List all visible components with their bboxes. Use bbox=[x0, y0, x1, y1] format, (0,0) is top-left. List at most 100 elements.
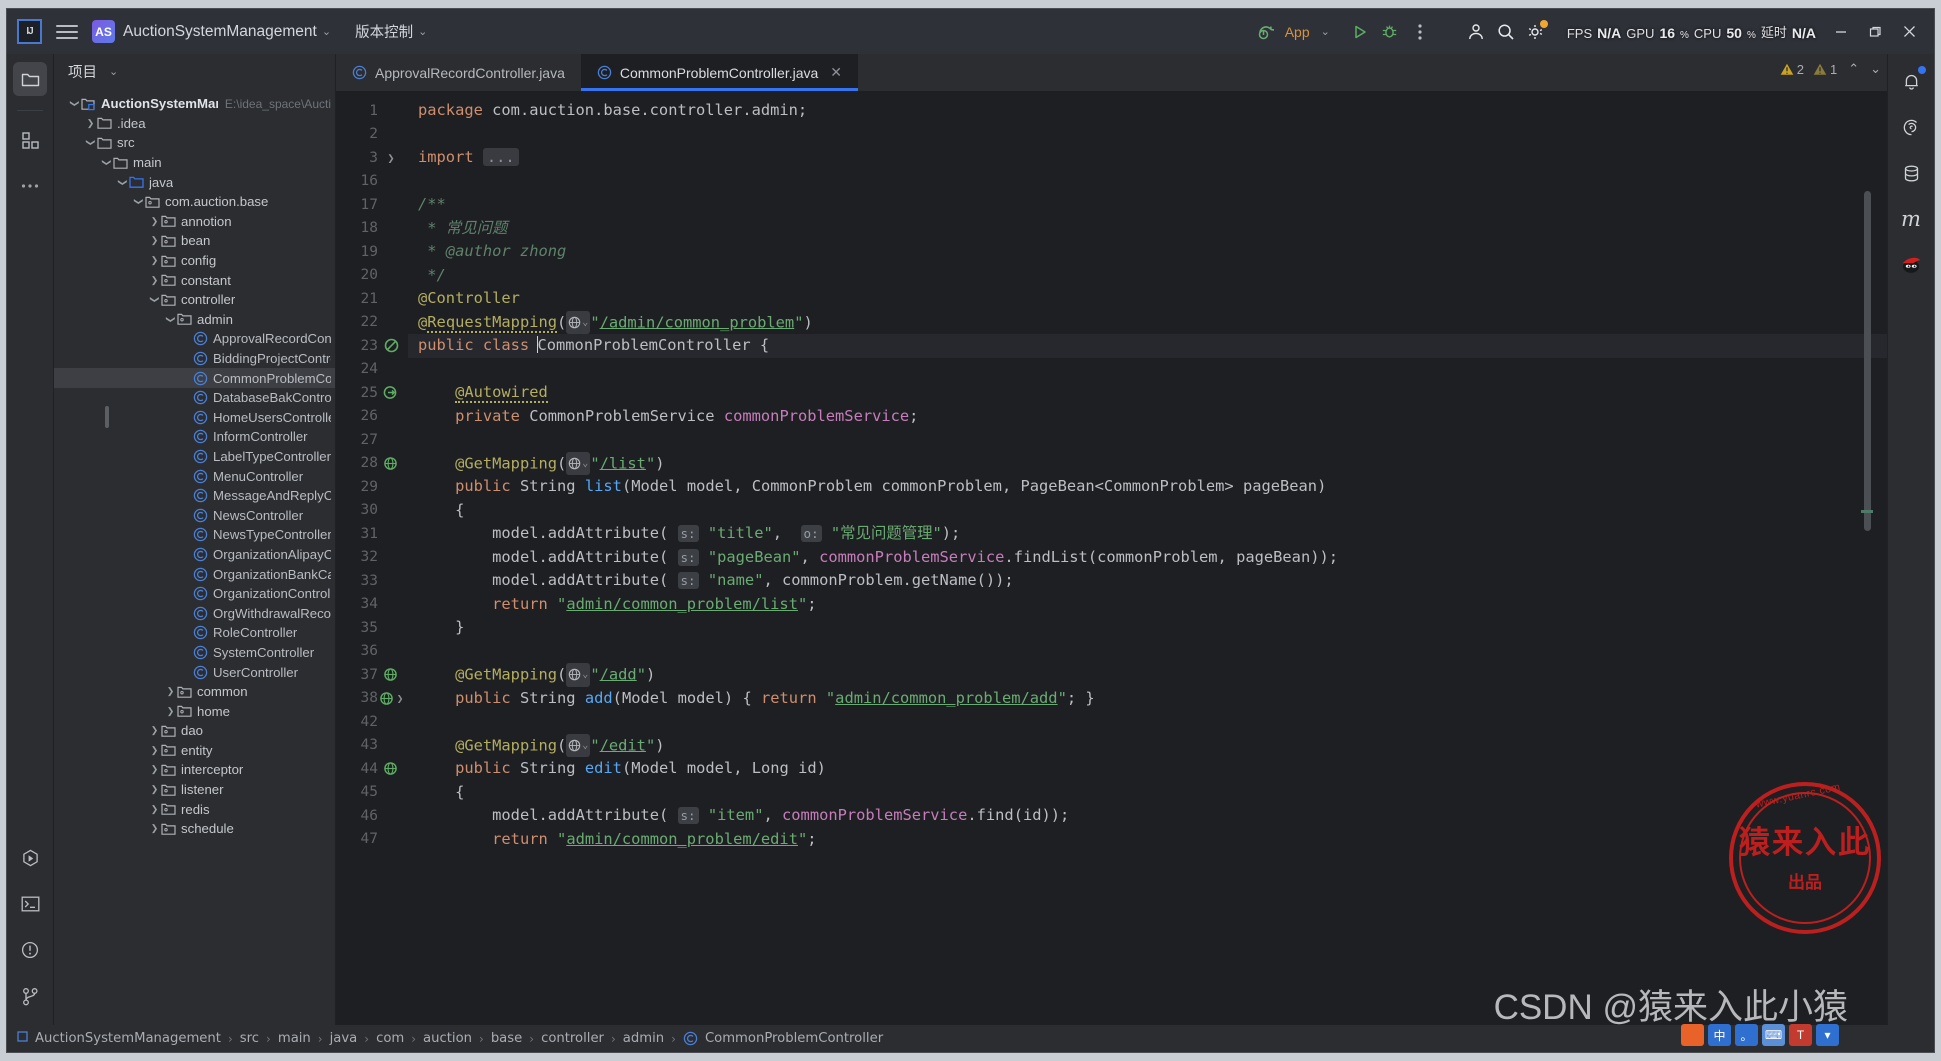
code-line[interactable]: @Controller bbox=[408, 287, 1887, 311]
sidebar-item-run[interactable] bbox=[13, 841, 47, 875]
web-mapping-inlay-icon[interactable]: ⌄ bbox=[566, 451, 591, 475]
gutter-line[interactable]: 21 bbox=[336, 287, 408, 311]
gutter-line[interactable]: 34 bbox=[336, 593, 408, 617]
gutter-line[interactable]: 2 bbox=[336, 123, 408, 147]
gutter-line[interactable]: 44 bbox=[336, 757, 408, 781]
breadcrumb-item-com[interactable]: com bbox=[376, 1031, 404, 1046]
tree-node-orgwithdrawalrecordcontroller[interactable]: OrgWithdrawalRecordController bbox=[54, 603, 335, 623]
tree-node-entity[interactable]: ❯ entity bbox=[54, 741, 335, 761]
gutter-line[interactable]: 28 bbox=[336, 452, 408, 476]
sidebar-item-more-tool-windows[interactable] bbox=[13, 169, 47, 203]
code-line[interactable] bbox=[408, 123, 1887, 147]
tree-node-messageandreplycontroller[interactable]: MessageAndReplyController bbox=[54, 486, 335, 506]
breadcrumb-item-src[interactable]: src bbox=[240, 1031, 259, 1046]
project-panel-header[interactable]: 项目 ⌄ bbox=[54, 54, 335, 88]
editor-gutter[interactable]: 1 2 3 ❯ 16 17 18 19 20 21 22 23 24 25 26 27 28 29 30 31 32 33… bbox=[336, 91, 408, 1025]
code-line[interactable]: model.addAttribute( s: "title", o: "常见问题… bbox=[408, 522, 1887, 546]
gutter-line[interactable]: 38 ❯ bbox=[336, 687, 408, 711]
chevron-right-icon[interactable]: ❯ bbox=[84, 118, 97, 129]
run-button[interactable] bbox=[1345, 17, 1375, 47]
project-tree-scrollbar[interactable] bbox=[105, 406, 109, 428]
folded-imports[interactable]: ... bbox=[482, 148, 519, 166]
sidebar-item-project[interactable] bbox=[13, 62, 47, 96]
chevron-right-icon[interactable]: ❯ bbox=[148, 784, 161, 795]
code-line[interactable]: /** bbox=[408, 193, 1887, 217]
close-icon[interactable]: ✕ bbox=[830, 64, 842, 81]
chevron-down-icon[interactable]: ❯ bbox=[165, 313, 176, 326]
tree-node--idea[interactable]: ❯ .idea bbox=[54, 114, 335, 134]
chevron-down-icon[interactable]: ❯ bbox=[85, 136, 96, 149]
project-tree[interactable]: ❯ AuctionSystemManagement E:\idea_space\Au… bbox=[54, 88, 335, 1025]
tree-node-bean[interactable]: ❯ bean bbox=[54, 231, 335, 251]
tree-node-config[interactable]: ❯ config bbox=[54, 251, 335, 271]
gutter-line[interactable]: 35 bbox=[336, 616, 408, 640]
gutter-line[interactable]: 30 bbox=[336, 499, 408, 523]
code-editor[interactable]: 1 2 3 ❯ 16 17 18 19 20 21 22 23 24 25 26 27 28 29 30 31 32 33… bbox=[336, 61, 1887, 1025]
chevron-down-icon[interactable]: ❯ bbox=[117, 176, 128, 189]
editor-scrollbar[interactable] bbox=[1861, 95, 1873, 1021]
tree-node-annotion[interactable]: ❯ annotion bbox=[54, 212, 335, 232]
code-line[interactable]: @GetMapping(⌄ "/list") bbox=[408, 451, 1887, 475]
tree-node-newstypecontroller[interactable]: NewsTypeController bbox=[54, 525, 335, 545]
gutter-line[interactable]: 37 bbox=[336, 663, 408, 687]
sidebar-item-structure[interactable] bbox=[13, 123, 47, 157]
gutter-line[interactable]: 25 bbox=[336, 381, 408, 405]
breadcrumb-item-auction[interactable]: auction bbox=[423, 1031, 472, 1046]
maximize-button[interactable] bbox=[1858, 17, 1892, 47]
gutter-line[interactable]: 43 bbox=[336, 734, 408, 758]
web-mapping-gutter-icon[interactable] bbox=[383, 667, 399, 682]
tree-node-dao[interactable]: ❯ dao bbox=[54, 721, 335, 741]
breadcrumb-item-commonproblemcontroller[interactable]: CommonProblemController bbox=[683, 1031, 883, 1046]
code-line[interactable]: return "admin/common_problem/list"; bbox=[408, 593, 1887, 617]
code-line[interactable]: * 常见问题 bbox=[408, 217, 1887, 241]
tree-node-systemcontroller[interactable]: SystemController bbox=[54, 643, 335, 663]
web-mapping-inlay-icon[interactable]: ⌄ bbox=[566, 663, 591, 687]
tree-node-newscontroller[interactable]: NewsController bbox=[54, 505, 335, 525]
chevron-right-icon[interactable]: ❯ bbox=[148, 823, 161, 834]
code-line[interactable]: return "admin/common_problem/edit"; bbox=[408, 828, 1887, 852]
chevron-right-icon[interactable]: ❯ bbox=[148, 804, 161, 815]
code-line[interactable]: private CommonProblemService commonProbl… bbox=[408, 405, 1887, 429]
tree-node-controller[interactable]: ❯ controller bbox=[54, 290, 335, 310]
warning-minor-chip[interactable]: 1 bbox=[1813, 62, 1837, 77]
code-line[interactable]: @RequestMapping(⌄ "/admin/common_problem"… bbox=[408, 310, 1887, 334]
tree-node-java[interactable]: ❯ java bbox=[54, 172, 335, 192]
tree-node-interceptor[interactable]: ❯ interceptor bbox=[54, 760, 335, 780]
tree-node-src[interactable]: ❯ src bbox=[54, 133, 335, 153]
debug-button[interactable] bbox=[1375, 17, 1405, 47]
chevron-down-icon[interactable]: ❯ bbox=[133, 195, 144, 208]
tree-node-biddingprojectcontroller[interactable]: BiddingProjectController bbox=[54, 349, 335, 369]
editor-tab-0[interactable]: ApprovalRecordController.java bbox=[336, 54, 581, 91]
gutter-line[interactable]: 1 bbox=[336, 99, 408, 123]
code-line[interactable]: model.addAttribute( s: "pageBean", commo… bbox=[408, 546, 1887, 570]
project-selector[interactable]: AS AuctionSystemManagement ⌄ bbox=[92, 20, 331, 43]
tree-node-constant[interactable]: ❯ constant bbox=[54, 270, 335, 290]
chevron-right-icon[interactable]: ❯ bbox=[148, 745, 161, 756]
breadcrumb-item-java[interactable]: java bbox=[330, 1031, 358, 1046]
tree-node-labeltypecontroller[interactable]: LabelTypeController bbox=[54, 447, 335, 467]
tree-node-rolecontroller[interactable]: RoleController bbox=[54, 623, 335, 643]
breadcrumb-bar[interactable]: AuctionSystemManagement › src › main › java › co… bbox=[7, 1025, 1934, 1052]
web-mapping-inlay-icon[interactable]: ⌄ bbox=[566, 733, 591, 757]
gutter-line[interactable]: 19 bbox=[336, 240, 408, 264]
gutter-line[interactable]: 23 bbox=[336, 334, 408, 358]
code-line[interactable]: model.addAttribute( s: "item", commonPro… bbox=[408, 804, 1887, 828]
chevron-down-icon[interactable]: ❯ bbox=[149, 293, 160, 306]
tree-node-listener[interactable]: ❯ listener bbox=[54, 780, 335, 800]
code-line[interactable] bbox=[408, 428, 1887, 452]
tree-node-homeuserscontroller[interactable]: HomeUsersController bbox=[54, 408, 335, 428]
chevron-right-icon[interactable]: ❯ bbox=[148, 216, 161, 227]
minimize-button[interactable] bbox=[1824, 17, 1858, 47]
settings-gear-icon[interactable] bbox=[1521, 17, 1551, 47]
gutter-line[interactable]: 24 bbox=[336, 358, 408, 382]
code-line[interactable]: package com.auction.base.controller.admi… bbox=[408, 99, 1887, 123]
web-mapping-gutter-icon[interactable] bbox=[383, 456, 399, 471]
database-icon[interactable] bbox=[1894, 156, 1928, 190]
code-line[interactable]: */ bbox=[408, 264, 1887, 288]
breadcrumb-item-base[interactable]: base bbox=[491, 1031, 522, 1046]
code-line[interactable]: * @author zhong bbox=[408, 240, 1887, 264]
vcs-widget[interactable]: 版本控制 ⌄ bbox=[355, 21, 427, 42]
web-mapping-gutter-icon[interactable] bbox=[379, 691, 395, 706]
implementation-gutter-icon[interactable] bbox=[383, 385, 399, 400]
code-line[interactable]: public String edit(Model model, Long id) bbox=[408, 757, 1887, 781]
